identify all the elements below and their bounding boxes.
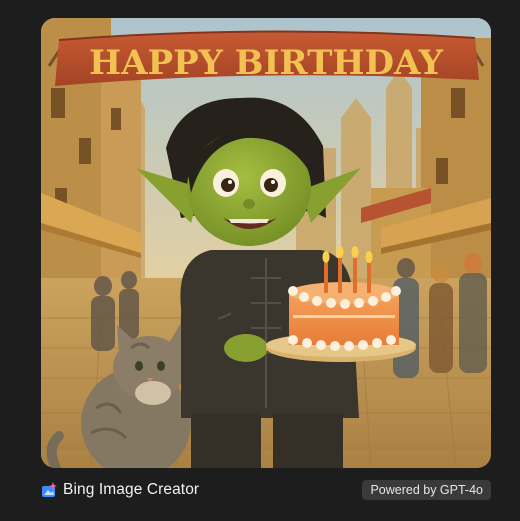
generated-image[interactable]: HAPPY BIRTHDAY	[41, 18, 491, 468]
powered-by-badge: Powered by GPT-4o	[362, 480, 491, 500]
bing-image-creator-icon	[41, 481, 59, 499]
generated-image-art: HAPPY BIRTHDAY	[41, 18, 491, 468]
image-footer: Bing Image Creator Powered by GPT-4o	[41, 478, 491, 502]
brand-label: Bing Image Creator	[63, 481, 200, 498]
brand[interactable]: Bing Image Creator	[41, 478, 199, 502]
image-card: HAPPY BIRTHDAY Bing Image Creator Powere…	[0, 0, 520, 521]
